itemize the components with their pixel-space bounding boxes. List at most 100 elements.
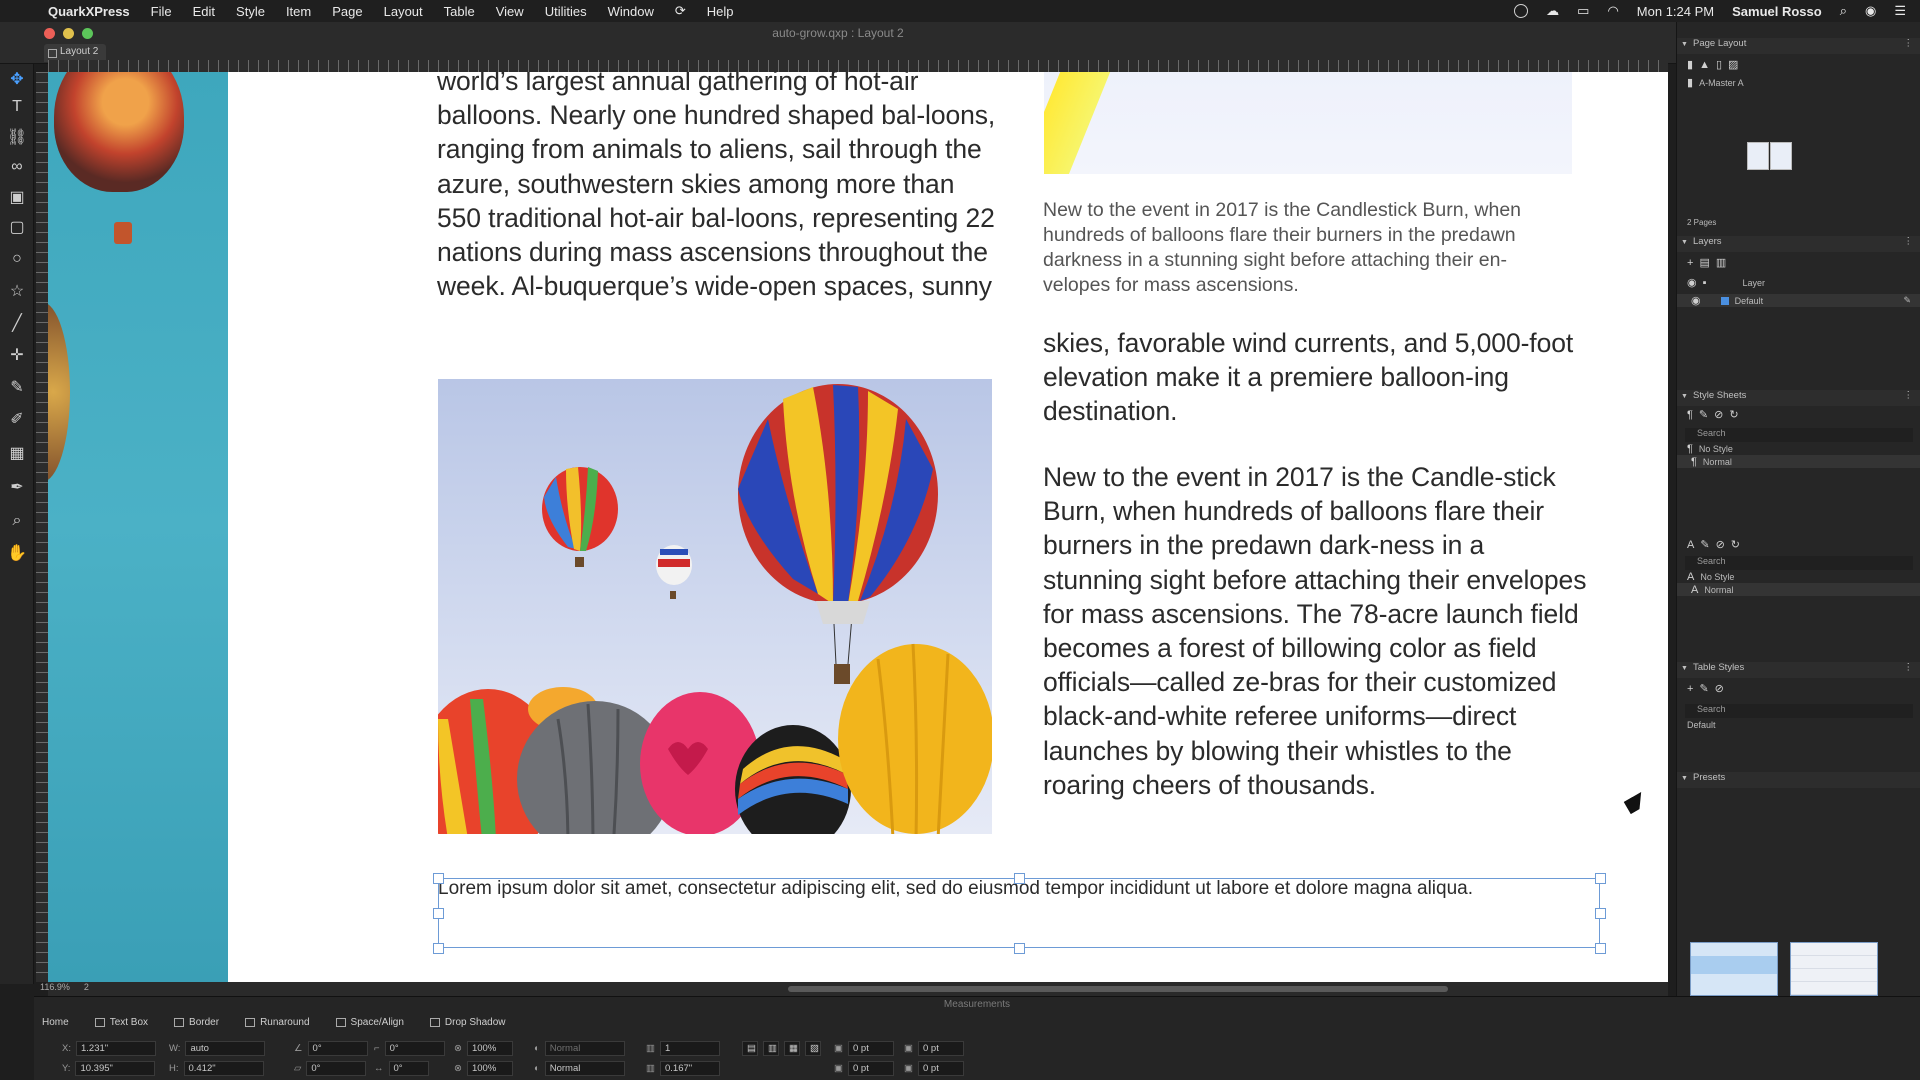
delete-page-icon[interactable]: ▨ xyxy=(1728,58,1738,71)
skew-field[interactable]: ▱ 0° xyxy=(294,1061,367,1076)
vertical-ruler[interactable] xyxy=(36,72,48,982)
layout-canvas[interactable]: world’s largest annual gathering of hot-… xyxy=(48,72,1668,982)
eyedropper-icon[interactable]: ✒ xyxy=(6,476,28,498)
x-position-field[interactable]: X: 1.231" xyxy=(62,1041,156,1056)
star-icon[interactable]: ☆ xyxy=(6,280,28,302)
para-style-no-style[interactable]: ¶ No Style xyxy=(1687,442,1733,455)
unlink-icon[interactable]: ∞ xyxy=(6,156,28,178)
menu-view[interactable]: View xyxy=(496,4,524,19)
menu-utilities[interactable]: Utilities xyxy=(545,4,587,19)
horizontal-ruler[interactable] xyxy=(48,60,1668,72)
y-position-field[interactable]: Y: 10.395" xyxy=(62,1061,156,1076)
layer-row-default[interactable]: ◉ Default ✎ xyxy=(1677,294,1920,307)
tab-text-box[interactable]: Text Box xyxy=(94,1013,148,1031)
app-menu[interactable]: QuarkXPress xyxy=(48,4,130,19)
table-icon[interactable]: ✐ xyxy=(6,408,28,430)
table-style-search[interactable]: Search xyxy=(1685,704,1913,718)
new-style-icon[interactable]: ¶ xyxy=(1687,409,1693,421)
table-styles-header[interactable]: Table Styles⋮ xyxy=(1677,662,1920,678)
page-2-thumbnail[interactable] xyxy=(1770,142,1792,170)
char-style-no-style[interactable]: A No Style xyxy=(1687,570,1734,583)
text-box-right-column-2[interactable]: New to the event in 2017 is the Candle-s… xyxy=(1043,460,1588,802)
scissors-icon[interactable]: ✎ xyxy=(6,376,28,398)
resize-handle-top-left[interactable] xyxy=(433,873,444,884)
opacity-field[interactable]: ⊗ 100% xyxy=(454,1041,513,1056)
image-box-top-right[interactable] xyxy=(1044,72,1572,174)
page-number[interactable]: 2 xyxy=(84,982,89,992)
text-box-right-column-1[interactable]: skies, favorable wind currents, and 5,00… xyxy=(1043,326,1583,429)
blend-mode-select-2[interactable]: ◐ Normal xyxy=(534,1061,625,1076)
columns-field[interactable]: ▥ 1 xyxy=(646,1041,720,1056)
menu-layout[interactable]: Layout xyxy=(384,4,423,19)
pointer-icon[interactable]: ✥ xyxy=(6,68,28,90)
inset-field-3[interactable]: ▣ 0 pt xyxy=(834,1061,894,1076)
line-icon[interactable]: ╱ xyxy=(6,312,28,334)
page-1-thumbnail[interactable] xyxy=(1747,142,1769,170)
corner-radius-field[interactable]: ⌐ 0° xyxy=(374,1041,445,1056)
menu-edit[interactable]: Edit xyxy=(193,4,215,19)
layers-header[interactable]: Layers⋮ xyxy=(1677,236,1920,252)
document-page[interactable]: world’s largest annual gathering of hot-… xyxy=(48,72,1668,982)
width-field[interactable]: W: auto xyxy=(169,1041,266,1056)
preset-thumbnail-2[interactable] xyxy=(1790,942,1878,996)
script-menu-icon[interactable]: ⟳ xyxy=(675,3,686,19)
master-page-item[interactable]: ▮ A-Master A xyxy=(1687,76,1744,89)
merge-layers-icon[interactable]: ▥ xyxy=(1716,256,1726,269)
layer-options-icon[interactable]: ▤ xyxy=(1699,256,1709,269)
rectangle-icon[interactable]: ▢ xyxy=(6,216,28,238)
menu-table[interactable]: Table xyxy=(444,4,475,19)
blend-mode-select[interactable]: ◐ Normal xyxy=(534,1041,625,1056)
oval-icon[interactable]: ○ xyxy=(6,248,28,270)
gutter-field[interactable]: ▥ 0.167" xyxy=(646,1061,720,1076)
menubar-user[interactable]: Samuel Rosso xyxy=(1732,4,1822,19)
menu-window[interactable]: Window xyxy=(608,4,654,19)
character-style-search[interactable]: Search xyxy=(1685,556,1913,570)
duplicate-char-style-icon[interactable]: ⊘ xyxy=(1716,538,1725,551)
caption-text-box[interactable]: New to the event in 2017 is the Candlest… xyxy=(1043,198,1573,298)
angle-field[interactable]: ∠ 0° xyxy=(294,1041,368,1056)
resize-handle-top-right[interactable] xyxy=(1595,873,1606,884)
selection-bounding-box[interactable] xyxy=(438,878,1600,948)
tab-space-align[interactable]: Space/Align xyxy=(335,1013,404,1031)
hand-icon[interactable]: ✋ xyxy=(6,542,28,564)
zoom-icon[interactable]: ⌕ xyxy=(6,510,28,532)
resize-handle-bottom-center[interactable] xyxy=(1014,943,1025,954)
picture-content-icon[interactable]: ▣ xyxy=(6,186,28,208)
menubar-clock[interactable]: Mon 1:24 PM xyxy=(1637,4,1714,19)
tab-drop-shadow[interactable]: Drop Shadow xyxy=(429,1013,506,1031)
flip-field[interactable]: ↔ 0° xyxy=(374,1061,429,1076)
edit-table-style-icon[interactable]: ✎ xyxy=(1699,682,1708,695)
menu-page[interactable]: Page xyxy=(332,4,362,19)
horizontal-scrollbar[interactable] xyxy=(48,982,1668,996)
update-style-icon[interactable]: ↻ xyxy=(1729,408,1738,421)
scrollbar-thumb[interactable] xyxy=(788,986,1448,992)
duplicate-table-style-icon[interactable]: ⊘ xyxy=(1715,682,1724,695)
text-icon[interactable]: T xyxy=(6,96,28,118)
new-page-icon[interactable]: ▮ xyxy=(1687,58,1693,71)
pen-icon[interactable]: ✛ xyxy=(6,344,28,366)
paragraph-style-search[interactable]: Search xyxy=(1685,428,1913,442)
airplay-icon[interactable]: ▭ xyxy=(1577,3,1589,19)
siri-icon[interactable]: ◉ xyxy=(1865,3,1876,19)
tab-border[interactable]: Border xyxy=(174,1013,219,1031)
inset-field-1[interactable]: ▣ 0 pt xyxy=(834,1041,894,1056)
text-box-left-column[interactable]: world’s largest annual gathering of hot-… xyxy=(437,72,997,303)
bleed-image-left[interactable] xyxy=(48,72,228,982)
spotlight-search-icon[interactable]: ⌕ xyxy=(1840,3,1847,19)
new-char-style-icon[interactable]: A xyxy=(1687,539,1694,551)
preset-thumbnail-1[interactable] xyxy=(1690,942,1778,996)
wifi-icon[interactable]: ◠ xyxy=(1607,3,1618,19)
resize-handle-middle-left[interactable] xyxy=(433,908,444,919)
zoom-level[interactable]: 116.9% xyxy=(40,982,70,992)
style-sheets-header[interactable]: Style Sheets⋮ xyxy=(1677,390,1920,406)
edit-style-icon[interactable]: ✎ xyxy=(1699,408,1708,421)
presets-header[interactable]: Presets xyxy=(1677,772,1920,788)
tab-home[interactable]: Home xyxy=(42,1013,69,1031)
hot-air-balloons-photo[interactable] xyxy=(438,379,992,834)
add-table-style-icon[interactable]: + xyxy=(1687,683,1693,695)
tab-runaround[interactable]: Runaround xyxy=(245,1013,310,1031)
cloud-icon[interactable]: ☁ xyxy=(1546,3,1559,19)
inset-field-2[interactable]: ▣ 0 pt xyxy=(904,1041,964,1056)
menu-style[interactable]: Style xyxy=(236,4,265,19)
alignment-buttons[interactable]: ▤ ▥ ▦ ▧ xyxy=(742,1041,821,1056)
